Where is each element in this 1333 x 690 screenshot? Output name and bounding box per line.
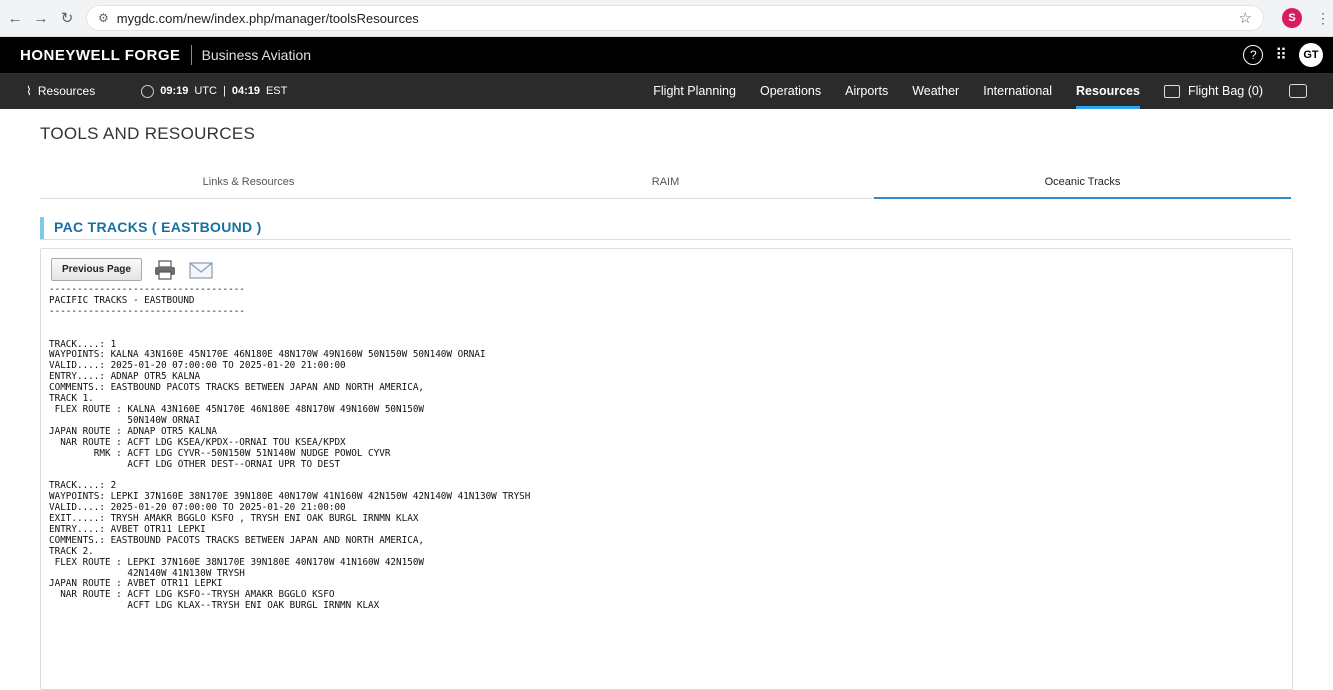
tab-oceanic-tracks[interactable]: Oceanic Tracks (874, 170, 1291, 199)
nav-flight-planning[interactable]: Flight Planning (653, 73, 736, 109)
nav-flight-bag[interactable]: Flight Bag (0) (1163, 73, 1263, 109)
address-bar[interactable]: ⚙ mygdc.com/new/index.php/manager/toolsR… (86, 5, 1264, 31)
tab-bar: Links & Resources RAIM Oceanic Tracks (40, 170, 1291, 199)
user-avatar[interactable]: GT (1299, 43, 1323, 67)
nav-resources[interactable]: Resources (1076, 73, 1140, 109)
nav-operations[interactable]: Operations (760, 73, 821, 109)
resources-route-icon: ⌇ (26, 84, 32, 98)
clock-icon (141, 84, 155, 98)
nav-airports[interactable]: Airports (845, 73, 888, 109)
tab-raim[interactable]: RAIM (457, 170, 874, 198)
browser-menu-icon[interactable]: ⋮ (1316, 10, 1330, 27)
tab-links-resources[interactable]: Links & Resources (40, 170, 457, 198)
time-display: 09:19 UTC | 04:19 EST (141, 84, 288, 98)
time-divider: | (222, 85, 226, 97)
site-settings-icon[interactable]: ⚙ (98, 11, 109, 25)
help-icon[interactable]: ? (1243, 45, 1264, 65)
reload-icon[interactable]: ↻ (56, 9, 78, 27)
utc-label: UTC (194, 85, 217, 97)
previous-page-button[interactable]: Previous Page (51, 258, 142, 281)
brand-subtitle: Business Aviation (201, 47, 312, 63)
brand-divider (190, 45, 192, 65)
est-label: EST (265, 85, 288, 97)
section-accent-bar (40, 217, 44, 239)
tracks-text: ----------------------------------- PACI… (49, 284, 531, 612)
section-header: PAC TRACKS ( EASTBOUND ) (40, 217, 1291, 240)
tracks-panel: Previous Page --------------------------… (40, 248, 1293, 690)
browser-toolbar: ← → ↻ ⚙ mygdc.com/new/index.php/manager/… (0, 0, 1333, 37)
utc-time: 09:19 (160, 85, 189, 97)
brand-logo[interactable]: HONEYWELL FORGE (20, 47, 181, 64)
print-icon[interactable] (152, 259, 178, 280)
forward-icon[interactable]: → (30, 10, 52, 27)
nav-international[interactable]: International (983, 73, 1052, 109)
nav-weather[interactable]: Weather (912, 73, 959, 109)
chat-icon[interactable] (1289, 84, 1307, 98)
est-time: 04:19 (231, 85, 260, 97)
apps-grid-icon[interactable]: ⠿ (1275, 45, 1287, 65)
section-title: PAC TRACKS ( EASTBOUND ) (54, 219, 262, 235)
browser-profile-avatar[interactable]: S (1282, 8, 1302, 28)
back-icon[interactable]: ← (4, 10, 26, 27)
bookmark-star-icon[interactable]: ☆ (1239, 9, 1252, 27)
page-title: TOOLS AND RESOURCES (40, 124, 256, 143)
panel-toolbar: Previous Page (51, 258, 214, 281)
nav-resources-label[interactable]: Resources (38, 84, 95, 98)
flight-bag-icon (1163, 84, 1180, 98)
email-icon[interactable] (188, 260, 214, 280)
flight-bag-label: Flight Bag (0) (1187, 84, 1263, 98)
url-text[interactable]: mygdc.com/new/index.php/manager/toolsRes… (117, 11, 419, 26)
app-header: HONEYWELL FORGE Business Aviation ? ⠿ GT (0, 37, 1333, 73)
main-nav: ⌇ Resources 09:19 UTC | 04:19 EST Flight… (0, 73, 1333, 109)
